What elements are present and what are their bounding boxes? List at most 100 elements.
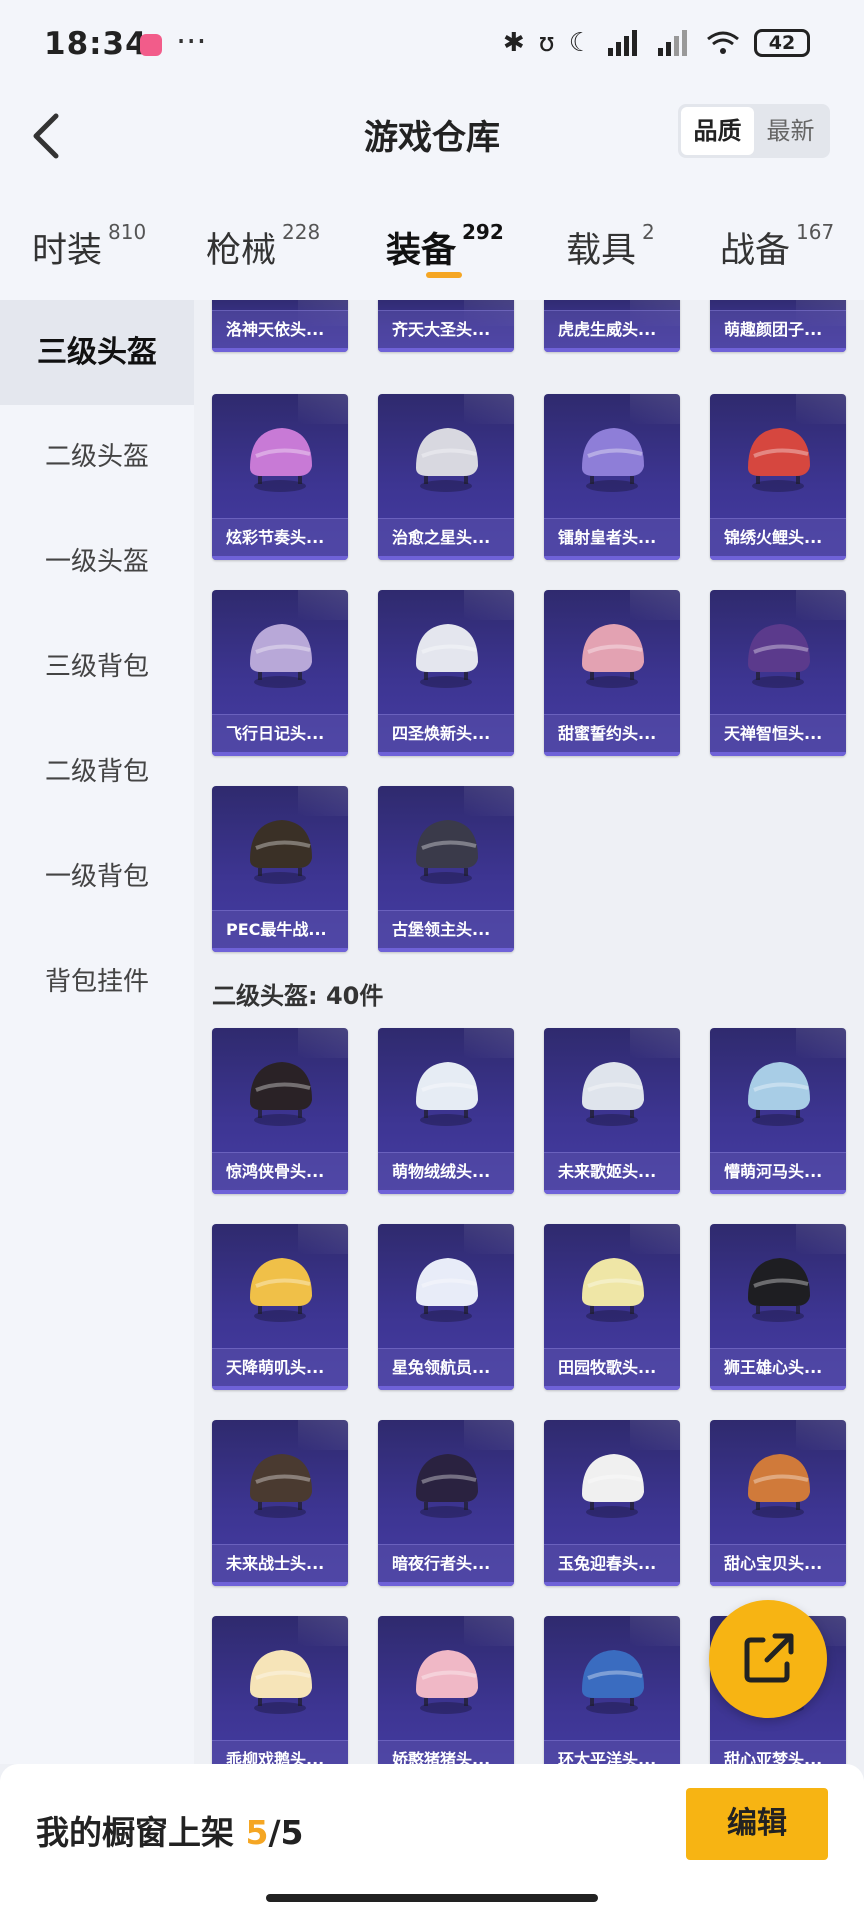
helmet-icon bbox=[406, 1246, 486, 1328]
item-card[interactable]: 天禅智恒头... bbox=[710, 590, 846, 756]
item-card[interactable]: 萌物绒绒头... bbox=[378, 1028, 514, 1194]
quality-bar bbox=[212, 348, 348, 352]
item-card[interactable]: 飞行日记头... bbox=[212, 590, 348, 756]
item-card[interactable]: 甜蜜誓约头... bbox=[544, 590, 680, 756]
battery-icon: 42 bbox=[754, 29, 810, 57]
sidebar-item-level1-backpack[interactable]: 一级背包 bbox=[0, 825, 194, 930]
helmet-icon bbox=[240, 416, 320, 498]
item-card[interactable]: 未来战士头... bbox=[212, 1420, 348, 1586]
helmet-icon bbox=[738, 416, 818, 498]
showcase-text: 我的橱窗上架 bbox=[36, 1813, 234, 1852]
sidebar-item-level2-backpack[interactable]: 二级背包 bbox=[0, 720, 194, 825]
item-card[interactable]: PEC最牛战... bbox=[212, 786, 348, 952]
signal-icon bbox=[608, 30, 637, 56]
category-tabs: 时装 810 枪械 228 装备 292 载具 2 战备 167 bbox=[0, 192, 864, 300]
item-card[interactable]: 狮王雄心头... bbox=[710, 1224, 846, 1390]
item-name: 星兔领航员... bbox=[378, 1348, 514, 1386]
tab-fashion[interactable]: 时装 810 bbox=[32, 220, 147, 273]
item-card[interactable]: 天降萌叽头... bbox=[212, 1224, 348, 1390]
item-grid: 二级头盔: 40件 洛神天依头... 齐天大圣头... 虎虎生威头... 萌趣颜团子.… bbox=[194, 300, 864, 1764]
sidebar-item-level3-helmet[interactable]: 三级头盔 bbox=[0, 300, 194, 405]
sidebar-item-level2-helmet[interactable]: 二级头盔 bbox=[0, 405, 194, 510]
item-card[interactable]: 玉兔迎春头... bbox=[544, 1420, 680, 1586]
showcase-count: 5 bbox=[245, 1813, 269, 1852]
helmet-icon bbox=[738, 1050, 818, 1132]
helmet-icon bbox=[240, 1246, 320, 1328]
header: 游戏仓库 品质 最新 bbox=[0, 92, 864, 192]
quality-bar bbox=[378, 948, 514, 952]
item-name: 虎虎生威头... bbox=[544, 310, 680, 348]
item-card[interactable]: 星兔领航员... bbox=[378, 1224, 514, 1390]
item-name: 乖柳戏鹅头... bbox=[212, 1740, 348, 1764]
tab-count: 228 bbox=[282, 220, 321, 244]
item-card[interactable]: 锦绣火鲤头... bbox=[710, 394, 846, 560]
tab-gear[interactable]: 战备 167 bbox=[720, 220, 835, 273]
item-name: 天降萌叽头... bbox=[212, 1348, 348, 1386]
item-card[interactable]: 洛神天依头... bbox=[212, 300, 348, 352]
helmet-icon bbox=[240, 1442, 320, 1524]
item-card[interactable]: 娇憨猪猪头... bbox=[378, 1616, 514, 1764]
item-card[interactable]: 甜心宝贝头... bbox=[710, 1420, 846, 1586]
item-name: 甜蜜誓约头... bbox=[544, 714, 680, 752]
item-name: 治愈之星头... bbox=[378, 518, 514, 556]
sidebar-item-level1-helmet[interactable]: 一级头盔 bbox=[0, 510, 194, 615]
showcase-bar: 我的橱窗上架 5/5 编辑 bbox=[0, 1764, 864, 1920]
item-card[interactable]: 未来歌姬头... bbox=[544, 1028, 680, 1194]
tab-count: 810 bbox=[108, 220, 147, 244]
wifi-icon bbox=[707, 31, 739, 54]
item-card[interactable]: 四圣焕新头... bbox=[378, 590, 514, 756]
item-name: 娇憨猪猪头... bbox=[378, 1740, 514, 1764]
more-notifications-icon: ··· bbox=[176, 22, 207, 60]
item-card[interactable]: 齐天大圣头... bbox=[378, 300, 514, 352]
item-name: 齐天大圣头... bbox=[378, 310, 514, 348]
item-card[interactable]: 田园牧歌头... bbox=[544, 1224, 680, 1390]
item-card[interactable]: 虎虎生威头... bbox=[544, 300, 680, 352]
sidebar-item-backpack-charm[interactable]: 背包挂件 bbox=[0, 930, 194, 1035]
quality-bar bbox=[710, 348, 846, 352]
tab-label: 装备 bbox=[386, 231, 457, 271]
tab-label: 战备 bbox=[720, 231, 791, 271]
share-button[interactable] bbox=[709, 1600, 827, 1718]
sidebar-item-level3-backpack[interactable]: 三级背包 bbox=[0, 615, 194, 720]
item-name: 洛神天依头... bbox=[212, 310, 348, 348]
item-name: 炫彩节奏头... bbox=[212, 518, 348, 556]
item-name: 惊鸿侠骨头... bbox=[212, 1152, 348, 1190]
quality-bar bbox=[378, 1386, 514, 1390]
helmet-icon bbox=[406, 1050, 486, 1132]
item-card[interactable]: 炫彩节奏头... bbox=[212, 394, 348, 560]
item-name: 古堡领主头... bbox=[378, 910, 514, 948]
item-name: 镭射皇者头... bbox=[544, 518, 680, 556]
helmet-icon bbox=[406, 1638, 486, 1720]
helmet-icon bbox=[572, 1442, 652, 1524]
tab-vehicles[interactable]: 载具 2 bbox=[566, 220, 655, 273]
item-card[interactable]: 古堡领主头... bbox=[378, 786, 514, 952]
helmet-icon bbox=[240, 808, 320, 890]
quality-bar bbox=[212, 752, 348, 756]
item-card[interactable]: 懵萌河马头... bbox=[710, 1028, 846, 1194]
sort-quality-button[interactable]: 品质 bbox=[681, 107, 754, 155]
quality-bar bbox=[378, 1190, 514, 1194]
tab-guns[interactable]: 枪械 228 bbox=[206, 220, 321, 273]
tab-count: 292 bbox=[462, 220, 504, 244]
app-notification-icon bbox=[140, 34, 162, 56]
item-card[interactable]: 惊鸿侠骨头... bbox=[212, 1028, 348, 1194]
item-card[interactable]: 乖柳戏鹅头... bbox=[212, 1616, 348, 1764]
helmet-icon bbox=[240, 1050, 320, 1132]
section-title-level2: 二级头盔: 40件 bbox=[212, 982, 384, 1010]
sort-newest-button[interactable]: 最新 bbox=[754, 107, 827, 155]
item-card[interactable]: 萌趣颜团子... bbox=[710, 300, 846, 352]
tab-count: 167 bbox=[796, 220, 835, 244]
item-name: 四圣焕新头... bbox=[378, 714, 514, 752]
item-card[interactable]: 镭射皇者头... bbox=[544, 394, 680, 560]
edit-button[interactable]: 编辑 bbox=[686, 1788, 828, 1860]
tab-equipment[interactable]: 装备 292 bbox=[386, 220, 504, 273]
item-card[interactable]: 环太平洋头... bbox=[544, 1616, 680, 1764]
quality-bar bbox=[212, 1386, 348, 1390]
showcase-total: /5 bbox=[268, 1813, 304, 1852]
item-card[interactable]: 治愈之星头... bbox=[378, 394, 514, 560]
helmet-icon bbox=[572, 612, 652, 694]
helmet-icon bbox=[572, 1050, 652, 1132]
item-card[interactable]: 暗夜行者头... bbox=[378, 1420, 514, 1586]
home-indicator[interactable] bbox=[266, 1894, 598, 1902]
quality-bar bbox=[378, 752, 514, 756]
